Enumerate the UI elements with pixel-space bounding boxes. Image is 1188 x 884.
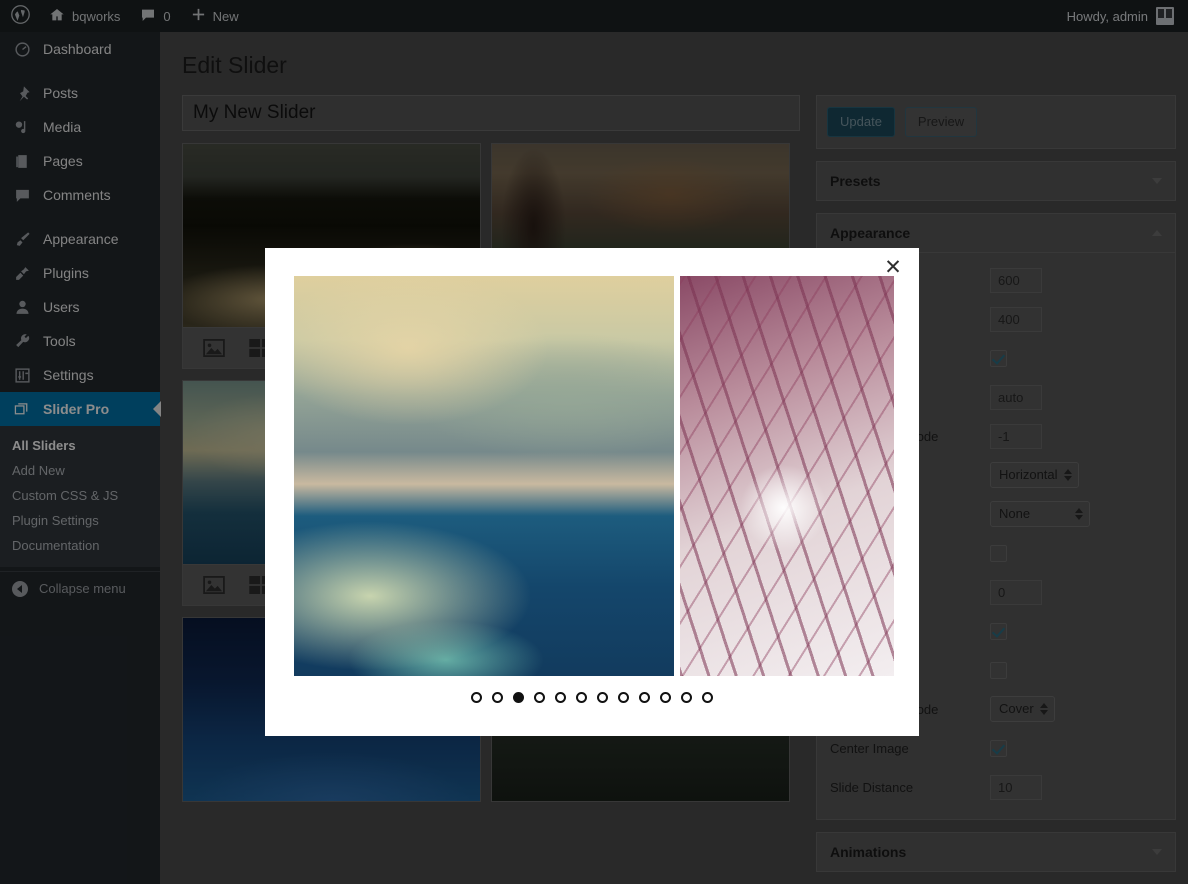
pagination-dot[interactable] — [555, 692, 566, 703]
wp-admin-screen: bqworks 0 New Howdy, admin Dashboard Pos… — [0, 0, 1188, 884]
pagination-dot[interactable] — [471, 692, 482, 703]
preview-slide-sea[interactable] — [294, 276, 674, 676]
pagination-dot[interactable] — [597, 692, 608, 703]
preview-slider-stage[interactable] — [294, 276, 894, 676]
preview-pagination — [265, 692, 919, 703]
pagination-dot[interactable] — [681, 692, 692, 703]
pagination-dot[interactable] — [513, 692, 524, 703]
pagination-dot[interactable] — [618, 692, 629, 703]
pagination-dot[interactable] — [702, 692, 713, 703]
pagination-dot[interactable] — [534, 692, 545, 703]
pagination-dot[interactable] — [660, 692, 671, 703]
preview-slide-tree[interactable] — [680, 276, 894, 676]
pagination-dot[interactable] — [639, 692, 650, 703]
pagination-dot[interactable] — [492, 692, 503, 703]
preview-modal: ✕ — [265, 248, 919, 736]
pagination-dot[interactable] — [576, 692, 587, 703]
